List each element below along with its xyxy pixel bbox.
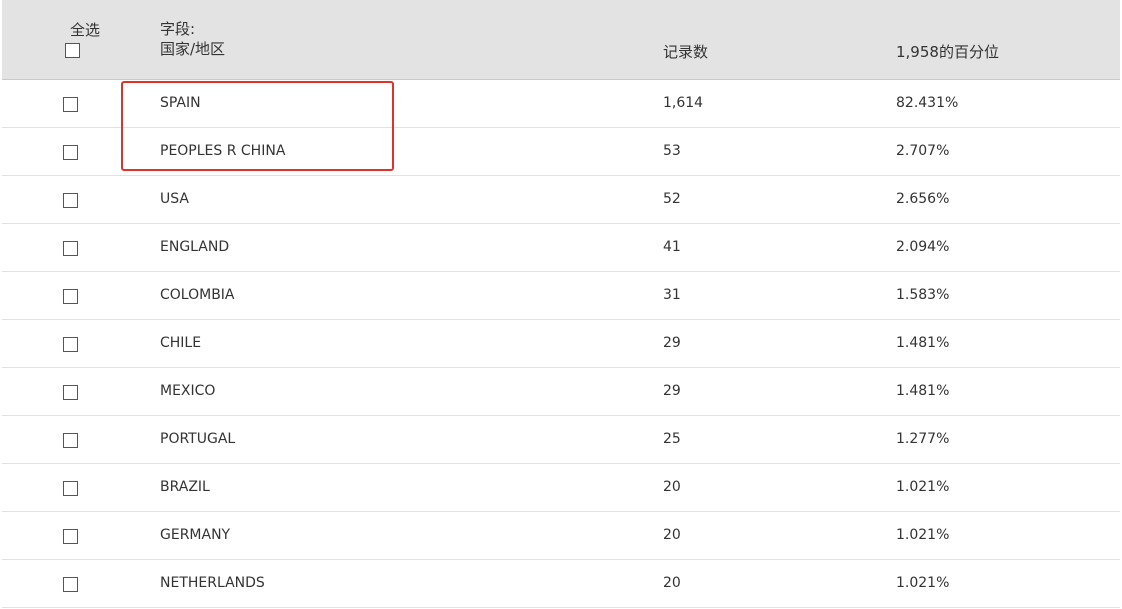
country-name: NETHERLANDS xyxy=(160,575,265,591)
row-checkbox[interactable] xyxy=(63,241,78,256)
select-all-checkbox[interactable] xyxy=(65,43,80,58)
results-table: 全选 字段: 国家/地区 记录数 1,958的百分位 SPAIN 1,614 8… xyxy=(2,0,1120,608)
country-name: MEXICO xyxy=(160,383,216,399)
table-row: MEXICO 29 1.481% xyxy=(2,368,1120,416)
record-count: 1,614 xyxy=(663,95,704,111)
percentage: 1.021% xyxy=(896,575,950,591)
percentage: 1.021% xyxy=(896,479,950,495)
table-header: 全选 字段: 国家/地区 记录数 1,958的百分位 xyxy=(2,0,1120,80)
percentage: 1.481% xyxy=(896,383,950,399)
country-name: ENGLAND xyxy=(160,239,230,255)
record-count: 53 xyxy=(663,143,681,159)
record-count: 29 xyxy=(663,383,681,399)
percent-column-header: 1,958的百分位 xyxy=(896,43,999,61)
percentage: 2.094% xyxy=(896,239,950,255)
table-row: PORTUGAL 25 1.277% xyxy=(2,416,1120,464)
record-count: 52 xyxy=(663,191,681,207)
country-name: COLOMBIA xyxy=(160,287,235,303)
table-row: SPAIN 1,614 82.431% xyxy=(2,80,1120,128)
record-count: 20 xyxy=(663,527,681,543)
percentage: 82.431% xyxy=(896,95,959,111)
row-checkbox[interactable] xyxy=(63,145,78,160)
row-checkbox[interactable] xyxy=(63,337,78,352)
record-count: 20 xyxy=(663,479,681,495)
record-count: 41 xyxy=(663,239,681,255)
percentage: 1.021% xyxy=(896,527,950,543)
country-name: BRAZIL xyxy=(160,479,210,495)
percentage: 2.707% xyxy=(896,143,950,159)
record-count: 29 xyxy=(663,335,681,351)
row-checkbox[interactable] xyxy=(63,433,78,448)
field-label: 字段: xyxy=(160,20,196,38)
country-name: GERMANY xyxy=(160,527,231,543)
percentage: 1.277% xyxy=(896,431,950,447)
percentage: 1.583% xyxy=(896,287,950,303)
table-row: USA 52 2.656% xyxy=(2,176,1120,224)
country-name: CHILE xyxy=(160,335,202,351)
row-checkbox[interactable] xyxy=(63,97,78,112)
row-checkbox[interactable] xyxy=(63,193,78,208)
table-row: ENGLAND 41 2.094% xyxy=(2,224,1120,272)
table-row: GERMANY 20 1.021% xyxy=(2,512,1120,560)
record-count: 25 xyxy=(663,431,681,447)
select-all-label: 全选 xyxy=(70,21,101,39)
country-name: PEOPLES R CHINA xyxy=(160,143,286,159)
table-row: NETHERLANDS 20 1.021% xyxy=(2,560,1120,608)
field-name: 国家/地区 xyxy=(160,40,226,58)
record-count: 20 xyxy=(663,575,681,591)
row-checkbox[interactable] xyxy=(63,289,78,304)
table-row: COLOMBIA 31 1.583% xyxy=(2,272,1120,320)
table-row: CHILE 29 1.481% xyxy=(2,320,1120,368)
percentage: 1.481% xyxy=(896,335,950,351)
country-name: PORTUGAL xyxy=(160,431,236,447)
table-row: PEOPLES R CHINA 53 2.707% xyxy=(2,128,1120,176)
row-checkbox[interactable] xyxy=(63,529,78,544)
row-checkbox[interactable] xyxy=(63,577,78,592)
country-name: USA xyxy=(160,191,189,207)
count-column-header: 记录数 xyxy=(663,43,709,61)
record-count: 31 xyxy=(663,287,681,303)
row-checkbox[interactable] xyxy=(63,385,78,400)
table-row: BRAZIL 20 1.021% xyxy=(2,464,1120,512)
row-checkbox[interactable] xyxy=(63,481,78,496)
field-header: 字段: 国家/地区 xyxy=(160,19,225,59)
percentage: 2.656% xyxy=(896,191,950,207)
country-name: SPAIN xyxy=(160,95,201,111)
